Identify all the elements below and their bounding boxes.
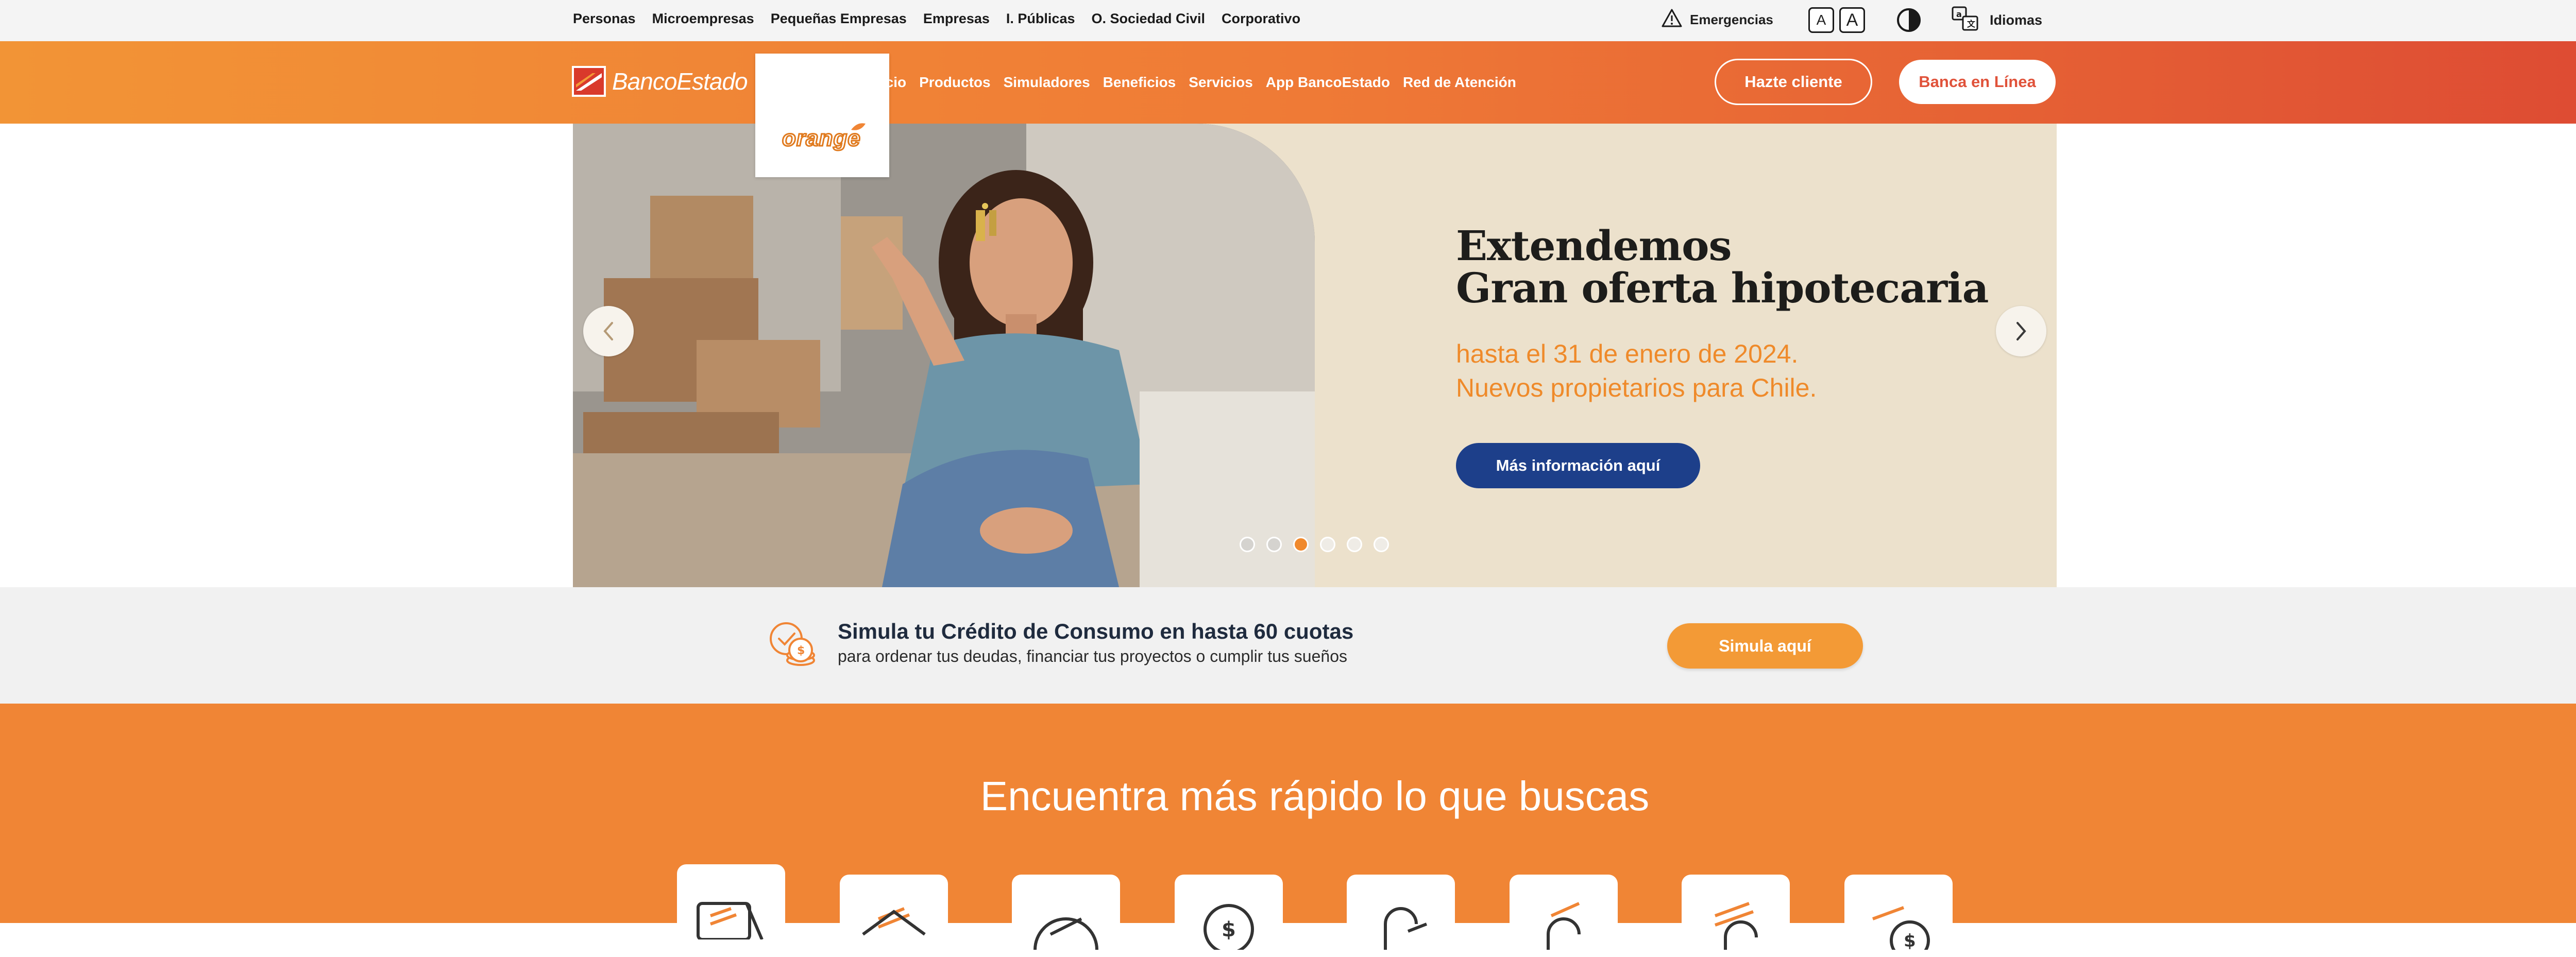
hero-subtitle-line1: hasta el 31 de enero de 2024.: [1456, 339, 1799, 368]
nav-app-bancoestado[interactable]: App BancoEstado: [1266, 74, 1390, 91]
quick-card-payments[interactable]: $: [1175, 875, 1283, 957]
segment-personas[interactable]: Personas: [573, 11, 636, 27]
languages-link[interactable]: a 文 Idiomas: [1952, 6, 2042, 34]
mas-informacion-button[interactable]: Más información aquí: [1456, 443, 1700, 488]
orange-leaf-icon: [851, 123, 866, 130]
credit-simulation-band: $ Simula tu Crédito de Consumo en hasta …: [0, 587, 2576, 704]
translate-icon: a 文: [1952, 6, 1978, 35]
bancoestado-logo[interactable]: BancoEstado: [572, 66, 748, 97]
logo-mark-icon: [572, 66, 606, 97]
quick-card-housing[interactable]: [840, 875, 948, 957]
hero-title: Extendemos Gran oferta hipotecaria: [1456, 225, 1989, 312]
hero-banner: Extendemos Gran oferta hipotecaria hasta…: [573, 124, 2057, 587]
lock-icon: [1547, 902, 1581, 950]
carousel-next-button[interactable]: [1996, 306, 2046, 356]
nav-beneficios[interactable]: Beneficios: [1103, 74, 1176, 91]
warning-icon: [1661, 8, 1683, 31]
coins-icon: $: [770, 622, 815, 666]
emergencies-label: Emergencias: [1690, 11, 1773, 27]
segment-sociedad-civil[interactable]: O. Sociedad Civil: [1091, 11, 1205, 27]
orange-popup[interactable]: orange: [755, 54, 889, 177]
quick-card-savings[interactable]: [1347, 875, 1455, 957]
carousel-dot[interactable]: [1374, 537, 1389, 552]
quick-access-heading: Encuentra más rápido lo que buscas: [980, 773, 1650, 819]
dollar-icon: $: [1204, 904, 1254, 950]
quick-card-credits[interactable]: $: [1844, 875, 1953, 957]
carousel-dots: [1240, 537, 1389, 552]
svg-text:$: $: [1222, 918, 1236, 942]
nav-simuladores[interactable]: Simuladores: [1004, 74, 1090, 91]
hero-title-line2: Gran oferta hipotecaria: [1456, 264, 1989, 312]
quick-card-cards[interactable]: [677, 864, 785, 947]
quick-card-security[interactable]: [1510, 875, 1618, 957]
simulation-subtitle: para ordenar tus deudas, financiar tus p…: [838, 647, 1347, 665]
hero-photo: [573, 124, 1315, 587]
wallet-icon: [1714, 902, 1758, 950]
piggy-icon: [1384, 907, 1428, 950]
hero-subtitle-line2: Nuevos propietarios para Chile.: [1456, 373, 1817, 402]
font-increase-button[interactable]: A: [1839, 7, 1865, 33]
emergencies-link[interactable]: Emergencias: [1661, 8, 1773, 31]
quick-access-section: Encuentra más rápido lo que buscas $ $: [0, 704, 2576, 957]
top-utility-bar: Personas Microempresas Pequeñas Empresas…: [0, 0, 2576, 41]
nav-servicios[interactable]: Servicios: [1189, 74, 1253, 91]
segment-nav: Personas Microempresas Pequeñas Empresas…: [573, 0, 1300, 37]
simulation-title: Simula tu Crédito de Consumo en hasta 60…: [838, 619, 1354, 643]
hero-subtitle: hasta el 31 de enero de 2024. Nuevos pro…: [1456, 337, 1817, 405]
money-icon: $: [1872, 906, 1930, 950]
nav-red-de-atencion[interactable]: Red de Atención: [1403, 74, 1516, 91]
segment-empresas[interactable]: Empresas: [923, 11, 990, 27]
house-icon: [862, 907, 926, 936]
nav-productos[interactable]: Productos: [919, 74, 990, 91]
carousel-dot[interactable]: [1266, 537, 1282, 552]
card-icon: [697, 902, 764, 939]
main-header: BancoEstado Inicio Productos Simuladores…: [0, 41, 2576, 124]
carousel-dot-active[interactable]: [1293, 537, 1309, 552]
simula-aqui-button[interactable]: Simula aquí: [1667, 623, 1863, 669]
contrast-icon[interactable]: [1896, 7, 1922, 33]
banca-en-linea-button[interactable]: Banca en Línea: [1899, 60, 2056, 104]
languages-label: Idiomas: [1990, 12, 2043, 28]
hazte-cliente-button[interactable]: Hazte cliente: [1715, 59, 1872, 105]
carousel-dot[interactable]: [1320, 537, 1335, 552]
svg-text:$: $: [1904, 931, 1916, 950]
segment-corporativo[interactable]: Corporativo: [1222, 11, 1300, 27]
quick-card-international[interactable]: [1012, 875, 1120, 957]
svg-text:文: 文: [1967, 19, 1976, 29]
orange-logo: orange: [782, 125, 861, 152]
segment-pequenas-empresas[interactable]: Pequeñas Empresas: [771, 11, 907, 27]
globe-icon: [1033, 917, 1098, 950]
carousel-dot[interactable]: [1347, 537, 1362, 552]
carousel-dot[interactable]: [1240, 537, 1255, 552]
svg-text:a: a: [1956, 9, 1962, 19]
hero-title-line1: Extendemos: [1456, 221, 1732, 270]
chevron-left-icon: [603, 322, 613, 340]
carousel-prev-button[interactable]: [583, 306, 634, 356]
font-decrease-button[interactable]: A: [1808, 7, 1834, 33]
quick-card-investments[interactable]: [1682, 875, 1790, 957]
chevron-right-icon: [2016, 322, 2026, 340]
svg-text:$: $: [797, 644, 805, 657]
logo-text: BancoEstado: [612, 68, 748, 95]
segment-microempresas[interactable]: Microempresas: [652, 11, 754, 27]
segment-instituciones-publicas[interactable]: I. Públicas: [1006, 11, 1075, 27]
